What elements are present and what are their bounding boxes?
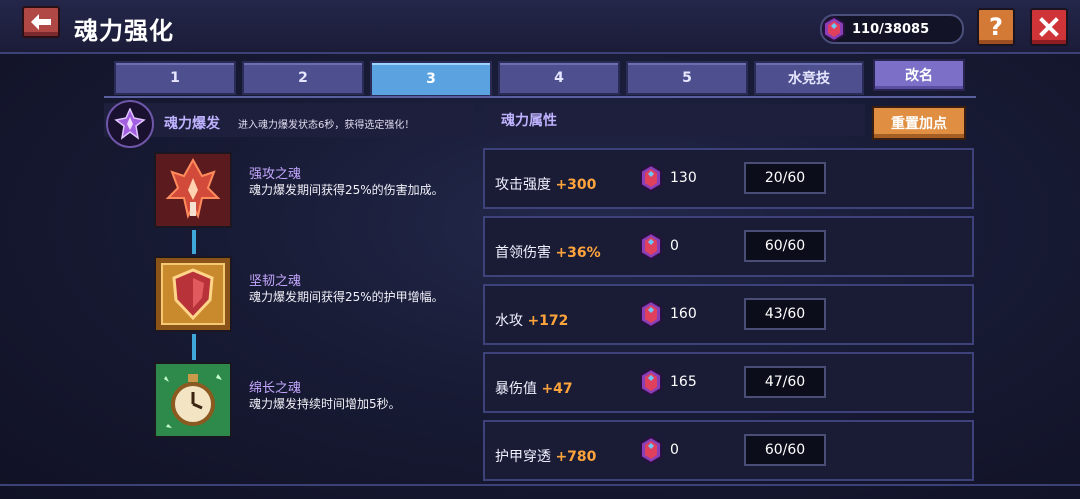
tab-4[interactable]: 4	[498, 61, 620, 95]
close-icon	[1039, 17, 1059, 37]
currency-value: 110/38085	[852, 21, 930, 37]
soul-gem-icon	[640, 164, 662, 192]
help-icon: ?	[989, 13, 1003, 41]
attribute-label: 攻击强度 +300	[495, 177, 597, 193]
skill-connector	[192, 230, 196, 254]
help-button[interactable]: ?	[977, 8, 1015, 46]
back-button[interactable]	[22, 6, 60, 38]
attribute-row[interactable]: 暴伤值 +47 165 47/60	[483, 352, 974, 413]
close-button[interactable]	[1030, 8, 1068, 46]
attack-soul-icon[interactable]	[154, 152, 232, 228]
tab-1[interactable]: 1	[114, 61, 236, 95]
soul-currency-display: 110/38085	[820, 14, 964, 44]
skill-desc-tough: 魂力爆发期间获得25%的护甲增幅。	[249, 290, 444, 304]
attribute-label: 暴伤值 +47	[495, 381, 573, 397]
attribute-cost: 165	[670, 374, 697, 390]
attribute-cost: 0	[670, 442, 679, 458]
attribute-cost: 0	[670, 238, 679, 254]
preset-tabs: 1 2 3 4 5 水竞技	[114, 61, 864, 97]
attribute-row[interactable]: 护甲穿透 +780 0 60/60	[483, 420, 974, 481]
tab-2[interactable]: 2	[242, 61, 364, 95]
bottom-divider	[0, 484, 1080, 486]
attribute-level: 20/60	[744, 162, 826, 194]
skill-desc-attack: 魂力爆发期间获得25%的伤害加成。	[249, 183, 444, 197]
attribute-row[interactable]: 水攻 +172 160 43/60	[483, 284, 974, 345]
attribute-bonus: +47	[541, 381, 573, 397]
burst-crystal-icon	[106, 100, 154, 148]
attribute-label: 水攻 +172	[495, 313, 569, 329]
reset-points-button[interactable]: 重置加点	[872, 106, 966, 140]
soul-gem-icon	[640, 368, 662, 396]
attribute-cost: 130	[670, 170, 697, 186]
soul-gem-icon	[640, 232, 662, 260]
attribute-level: 60/60	[744, 230, 826, 262]
soul-gem-icon	[640, 300, 662, 328]
tough-soul-icon[interactable]	[154, 256, 232, 332]
game-screen: 魂力强化 110/38085 ? 1 2 3 4 5 水竞技 改名 魂力爆发 进…	[0, 0, 1080, 499]
attribute-row[interactable]: 首领伤害 +36% 0 60/60	[483, 216, 974, 277]
attribute-level: 60/60	[744, 434, 826, 466]
tab-5[interactable]: 5	[626, 61, 748, 95]
attribute-level: 43/60	[744, 298, 826, 330]
skill-desc-long: 魂力爆发持续时间增加5秒。	[249, 397, 401, 411]
attribute-bonus: +300	[555, 177, 597, 193]
attributes-title: 魂力属性	[485, 104, 865, 136]
attribute-bonus: +172	[527, 313, 569, 329]
skill-connector	[192, 334, 196, 360]
attribute-level: 47/60	[744, 366, 826, 398]
panel-divider	[104, 96, 976, 98]
attribute-row[interactable]: 攻击强度 +300 130 20/60	[483, 148, 974, 209]
tab-3[interactable]: 3	[370, 61, 492, 97]
soul-gem-icon	[640, 436, 662, 464]
rename-button[interactable]: 改名	[873, 59, 965, 91]
attribute-label: 首领伤害 +36%	[495, 245, 601, 261]
skill-name-tough: 坚韧之魂	[249, 274, 302, 289]
attribute-cost: 160	[670, 306, 697, 322]
burst-title: 魂力爆发	[164, 116, 220, 132]
long-soul-icon[interactable]	[154, 362, 232, 438]
tab-water-arena[interactable]: 水竞技	[754, 61, 864, 95]
skill-name-attack: 强攻之魂	[249, 167, 302, 182]
attribute-bonus: +36%	[555, 245, 601, 261]
attribute-bonus: +780	[555, 449, 597, 465]
attribute-label: 护甲穿透 +780	[495, 449, 597, 465]
soul-gem-icon	[823, 15, 845, 43]
skill-name-long: 绵长之魂	[249, 381, 302, 396]
page-title: 魂力强化	[74, 17, 174, 45]
burst-description: 进入魂力爆发状态6秒，获得选定强化！	[238, 120, 415, 131]
back-arrow-icon	[31, 14, 51, 30]
header-bar: 魂力强化 110/38085 ?	[0, 0, 1080, 54]
